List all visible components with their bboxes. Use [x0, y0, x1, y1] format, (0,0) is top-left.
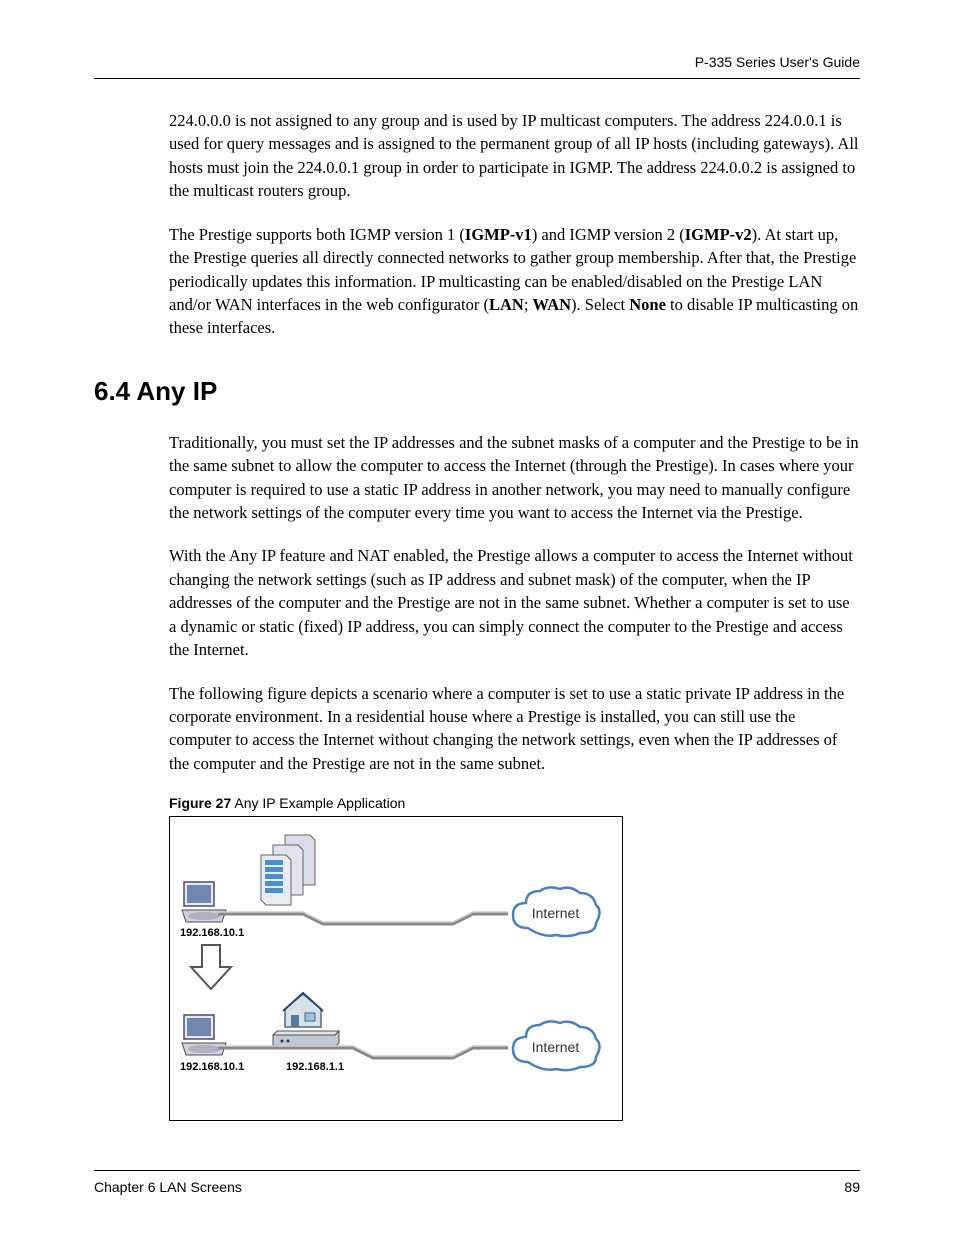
figure-title: Any IP Example Application — [231, 795, 405, 811]
page-header: P-335 Series User's Guide — [94, 54, 860, 79]
igmp-v2-term: IGMP-v2 — [685, 225, 752, 244]
none-term: None — [629, 295, 666, 314]
figure-number: Figure 27 — [169, 795, 231, 811]
guide-title: P-335 Series User's Guide — [695, 54, 860, 70]
igmp-v1-term: IGMP-v1 — [465, 225, 532, 244]
residential-row: 192.168.10.1 192.168.1.1 Internet — [178, 973, 614, 1103]
section-heading-any-ip: 6.4 Any IP — [94, 376, 860, 407]
corporate-row: 192.168.10.1 Internet — [178, 825, 614, 955]
figure-caption: Figure 27 Any IP Example Application — [169, 795, 860, 811]
cloud-label: Internet — [532, 1039, 579, 1055]
chapter-label: Chapter 6 LAN Screens — [94, 1179, 242, 1195]
page-footer: Chapter 6 LAN Screens 89 — [94, 1170, 860, 1195]
wan-term: WAN — [533, 295, 572, 314]
paragraph-igmp: The Prestige supports both IGMP version … — [169, 223, 860, 340]
lan-term: LAN — [489, 295, 524, 314]
cloud-label: Internet — [532, 905, 579, 921]
body-content-2: Traditionally, you must set the IP addre… — [169, 431, 860, 775]
cloud-corporate: Internet — [508, 883, 603, 943]
paragraph-multicast: 224.0.0.0 is not assigned to any group a… — [169, 109, 860, 203]
servers-icon — [255, 830, 335, 915]
paragraph-anyip-feature: With the Any IP feature and NAT enabled,… — [169, 544, 860, 661]
connection-line-corp — [218, 911, 508, 929]
cloud-home: Internet — [508, 1017, 603, 1077]
page-number: 89 — [844, 1179, 860, 1195]
house-icon — [281, 991, 325, 1029]
connection-line-home — [218, 1045, 508, 1063]
body-content: 224.0.0.0 is not assigned to any group a… — [169, 109, 860, 340]
figure-diagram: 192.168.10.1 Internet — [169, 816, 623, 1121]
paragraph-scenario: The following figure depicts a scenario … — [169, 682, 860, 776]
paragraph-traditional: Traditionally, you must set the IP addre… — [169, 431, 860, 525]
